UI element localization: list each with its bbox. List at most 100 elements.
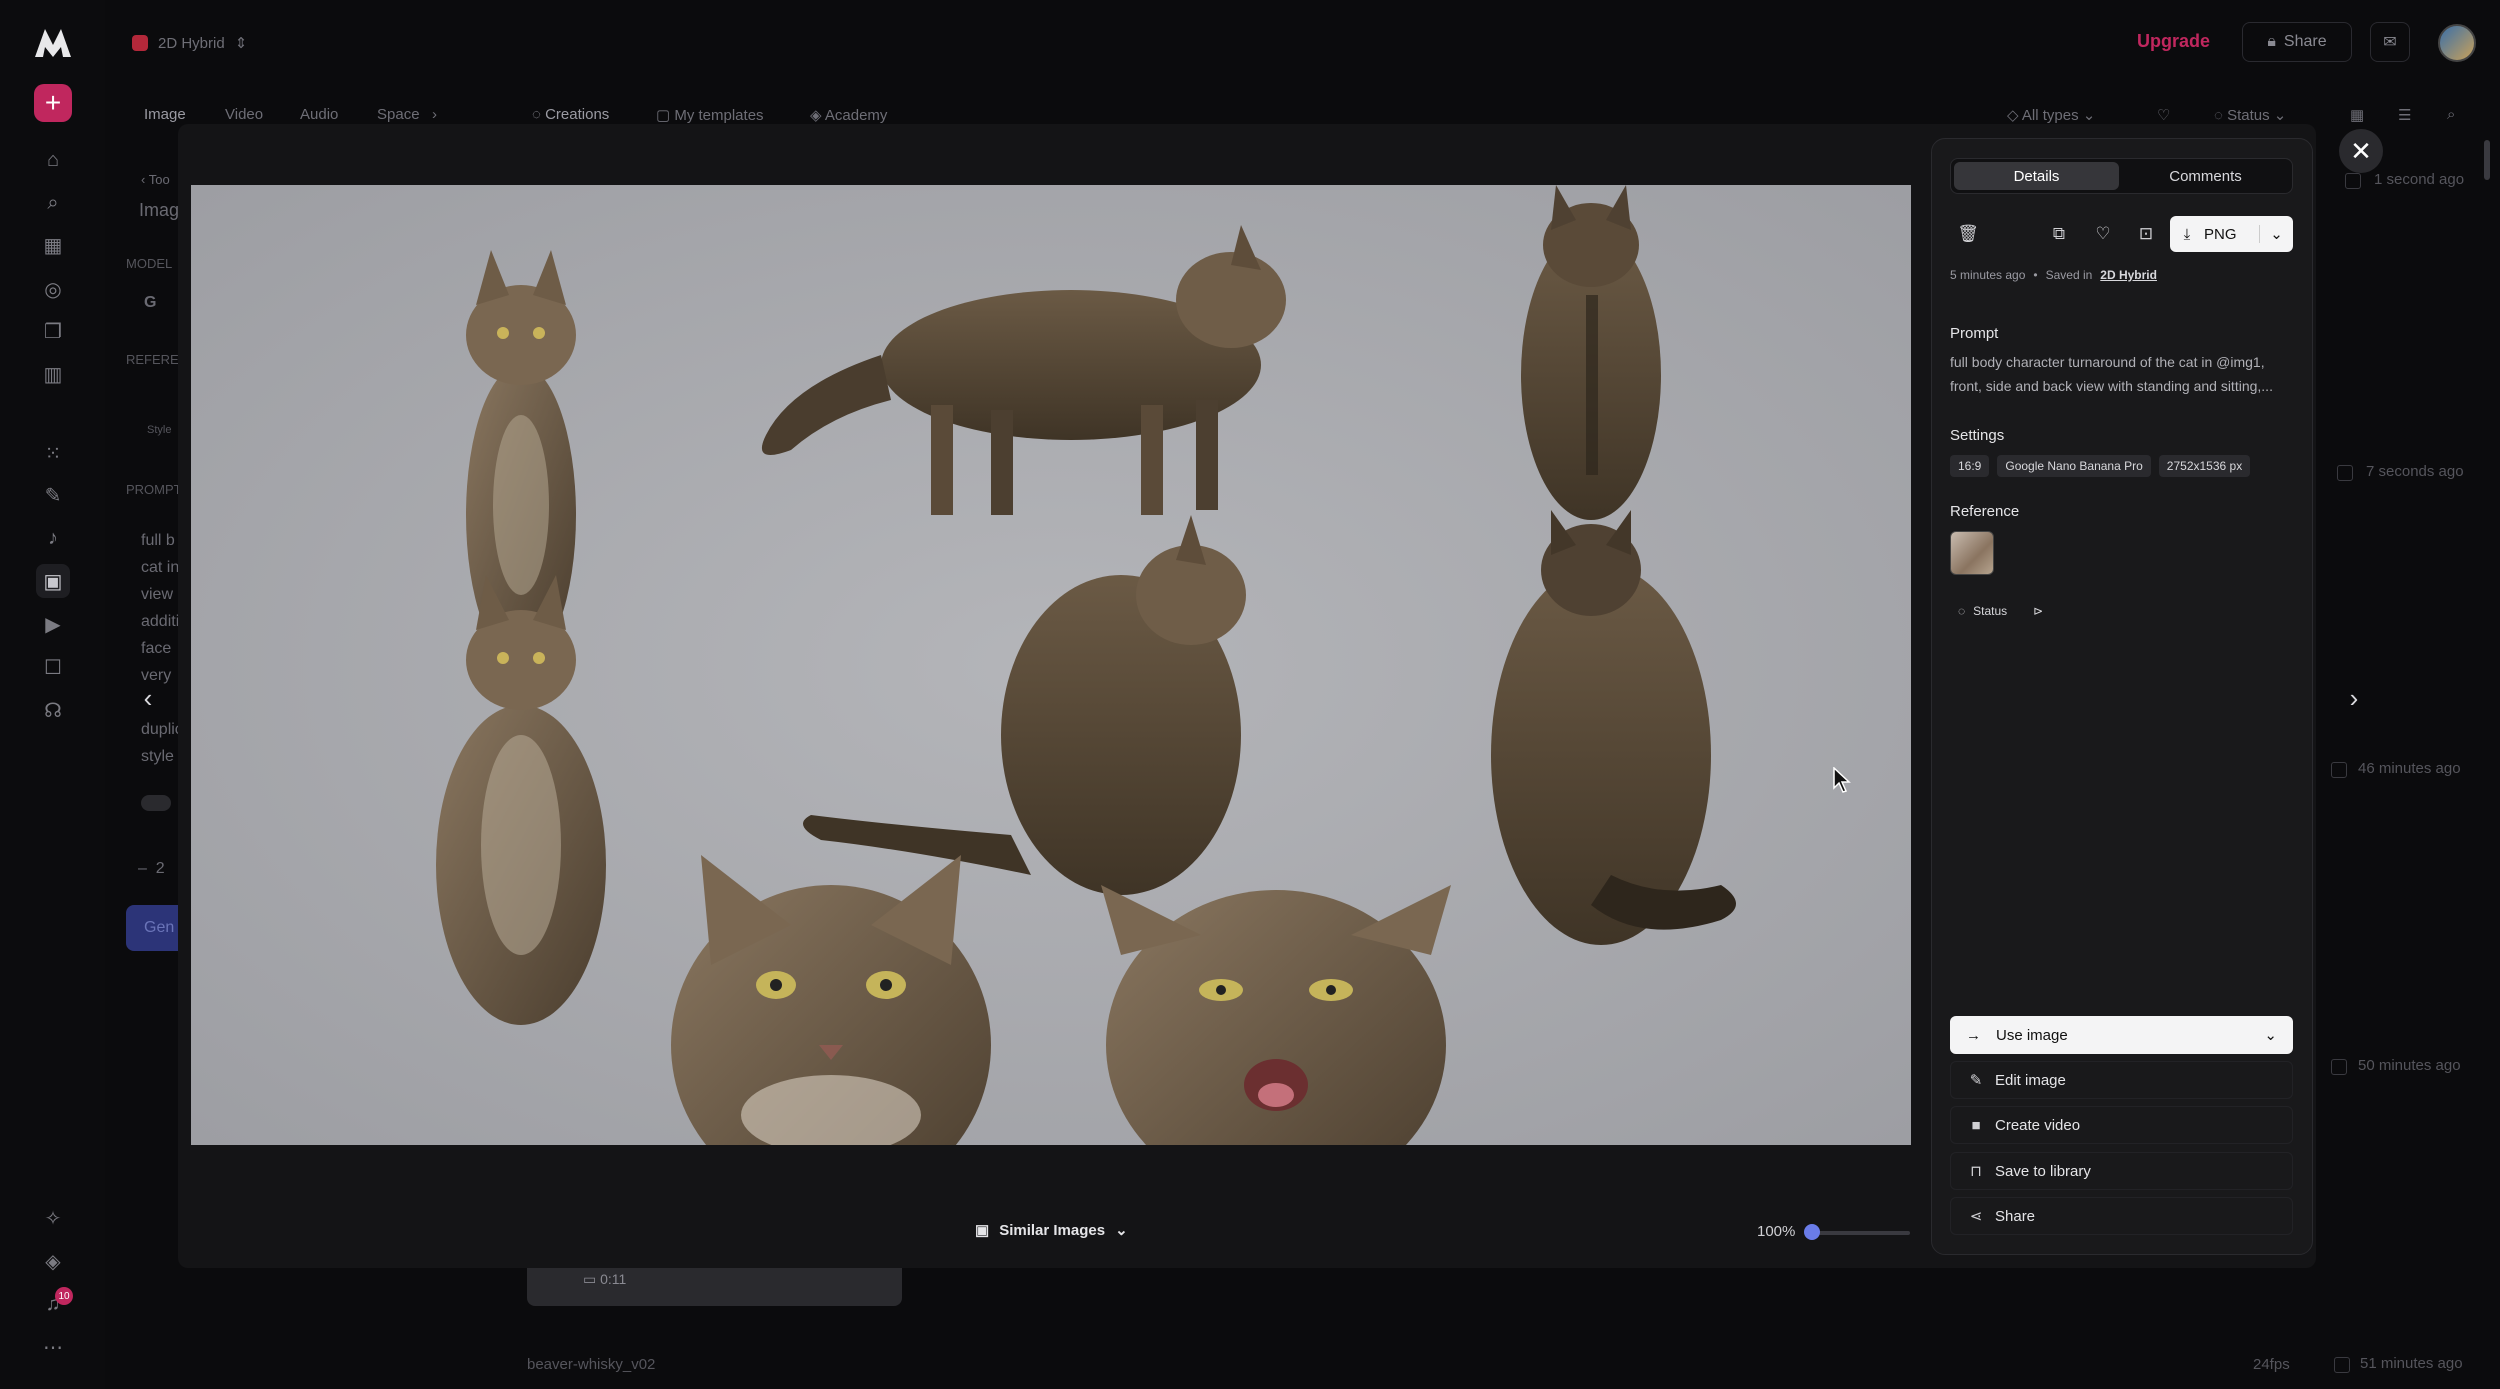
search-icon[interactable]: ⌕ — [2447, 106, 2455, 123]
video-duration-label: 0:11 — [600, 1271, 627, 1287]
bg-prompt-line: full b — [141, 532, 175, 549]
tab-audio[interactable]: Audio — [300, 106, 338, 123]
apps-grid-icon[interactable]: ▦ — [36, 228, 70, 262]
layers-icon[interactable]: ❐ — [36, 314, 70, 348]
section-creations-label: Creations — [545, 106, 610, 123]
timestamp: 7 seconds ago — [2366, 463, 2464, 480]
generate-button[interactable]: Gen — [126, 905, 186, 951]
similar-images-button[interactable]: ▣ Similar Images ⌄ — [975, 1221, 1128, 1240]
image-tool-icon[interactable]: ▣ — [36, 564, 70, 598]
share-top-button[interactable]: 🔒︎ Share — [2242, 22, 2352, 62]
trash-icon[interactable]: 🗑︎ — [1953, 219, 1983, 249]
row-checkbox[interactable] — [2334, 1357, 2350, 1373]
row-checkbox[interactable] — [2331, 1059, 2347, 1075]
move-to-folder-icon[interactable]: ⊡ — [2131, 219, 2161, 249]
status-icon[interactable]: ◌ — [1958, 604, 1965, 618]
prompt-text[interactable]: full body character turnaround of the ca… — [1950, 350, 2295, 398]
prompt-label: PROMPT — [126, 482, 182, 497]
saved-in-project-link[interactable]: 2D Hybrid — [2100, 268, 2157, 282]
close-modal-button[interactable]: ✕ — [2339, 129, 2383, 173]
tag-icon[interactable]: ⊳ — [2033, 604, 2043, 618]
tab-image[interactable]: Image — [144, 106, 186, 123]
tab-space[interactable]: Space — [377, 106, 420, 123]
video-tool-icon[interactable]: ▶ — [36, 607, 70, 641]
section-academy[interactable]: ◈ Academy — [810, 106, 887, 124]
zoom-slider[interactable] — [1810, 1231, 1910, 1235]
copy-prompt-icon[interactable]: ⧉ — [2044, 219, 2074, 249]
more-icon[interactable]: ⋯ — [36, 1330, 70, 1364]
chevron-down-icon[interactable]: ⌄ — [2264, 1026, 2277, 1044]
project-selector[interactable]: 2D Hybrid ⇕ — [132, 30, 247, 56]
video-duration: ▭ 0:11 — [583, 1271, 627, 1287]
chevron-right-icon[interactable]: › — [432, 106, 437, 123]
filter-all-types[interactable]: ◇ All types ⌄ — [2007, 106, 2095, 124]
feedback-icon[interactable]: ✉︎ — [2370, 22, 2410, 62]
compass-icon[interactable]: ◎ — [36, 272, 70, 306]
left-rail: + ⌂ ⌕ ▦ ◎ ❐ ▥ ⁙ ✎ ♪ ▣ ▶ ☐ ☊ ✧ ◈ ♫ 10 ⋯ — [0, 0, 105, 1389]
back-link[interactable]: ‹ Too — [141, 172, 170, 187]
tab-details[interactable]: Details — [1954, 162, 2119, 190]
chat-icon[interactable]: ☐ — [36, 650, 70, 684]
file-name: beaver-whisky_v02 — [527, 1356, 656, 1373]
filter-icon[interactable]: ☰ — [2398, 106, 2411, 124]
timestamp: 51 minutes ago — [2360, 1355, 2463, 1372]
create-video-label: Create video — [1995, 1116, 2081, 1134]
use-image-button[interactable]: → Use image ⌄ — [1950, 1016, 2293, 1054]
chevron-down-icon[interactable]: ⌄ — [2259, 225, 2293, 243]
zoom-slider-handle[interactable] — [1804, 1224, 1820, 1240]
tab-video[interactable]: Video — [225, 106, 263, 123]
meta-info: 5 minutes ago • Saved in 2D Hybrid — [1950, 268, 2157, 282]
filter-status[interactable]: ◌ Status ⌄ — [2214, 106, 2286, 124]
bg-prompt-line: duplic — [141, 721, 183, 738]
count-value: 2 — [155, 860, 165, 877]
academy-icon[interactable]: ◈ — [36, 1244, 70, 1278]
edit-image-button[interactable]: ✎ Edit image — [1950, 1061, 2293, 1099]
count-stepper[interactable]: – 2 — [138, 860, 165, 878]
setting-chip: 2752x1536 px — [2158, 455, 2251, 477]
microphone-icon[interactable]: ♪ — [36, 521, 70, 555]
favorites-filter-icon[interactable]: ♡ — [2157, 106, 2170, 124]
reference-title: Reference — [1950, 503, 2020, 520]
filter-all-types-label: All types — [2021, 107, 2079, 124]
mouse-cursor-icon — [1833, 766, 1851, 798]
style-label[interactable]: Style — [147, 424, 171, 436]
home-icon[interactable]: ⌂ — [36, 143, 70, 177]
preview-image[interactable] — [191, 185, 1911, 1145]
prompt-title: Prompt — [1950, 325, 1999, 342]
grid-view-icon[interactable]: ▦ — [2350, 106, 2364, 124]
library-icon[interactable]: ▥ — [36, 357, 70, 391]
upgrade-link[interactable]: Upgrade — [2137, 31, 2210, 52]
previous-image-button[interactable]: ‹ — [132, 682, 164, 714]
grid-dots-icon[interactable]: ⁙ — [36, 436, 70, 470]
app-logo-icon[interactable] — [28, 22, 78, 64]
section-templates[interactable]: ▢ My templates — [656, 106, 764, 124]
status-label[interactable]: Status — [1973, 604, 2007, 618]
row-checkbox[interactable] — [2337, 465, 2353, 481]
voice-icon[interactable]: ☊ — [36, 693, 70, 727]
share-button[interactable]: ⋖ Share — [1950, 1197, 2293, 1235]
plugin-icon[interactable]: ✧ — [36, 1201, 70, 1235]
section-creations[interactable]: ◌ Creations — [532, 106, 609, 123]
avatar[interactable] — [2438, 24, 2476, 62]
create-video-button[interactable]: ■ Create video — [1950, 1106, 2293, 1144]
saved-in-label: Saved in — [2045, 268, 2093, 282]
bookmark-icon: ⊓ — [1970, 1163, 1982, 1180]
heart-icon[interactable]: ♡ — [2088, 219, 2118, 249]
download-button[interactable]: ⤓ PNG ⌄ — [2170, 216, 2293, 252]
create-new-button[interactable]: + — [34, 84, 72, 122]
next-image-button[interactable]: › — [2338, 682, 2370, 714]
save-to-library-button[interactable]: ⊓ Save to library — [1950, 1152, 2293, 1190]
edit-image-icon: ✎ — [1969, 1072, 1983, 1089]
model-value[interactable]: G — [144, 294, 156, 312]
tab-comments[interactable]: Comments — [2123, 162, 2288, 190]
row-checkbox[interactable] — [2331, 762, 2347, 778]
filter-status-label: Status — [2227, 107, 2270, 124]
row-checkbox[interactable] — [2345, 173, 2361, 189]
scrollbar[interactable] — [2484, 140, 2490, 180]
bg-toggle[interactable] — [141, 795, 171, 811]
reference-thumbnail[interactable] — [1950, 531, 1994, 575]
timestamp: 50 minutes ago — [2358, 1057, 2461, 1074]
brush-icon[interactable]: ✎ — [36, 478, 70, 512]
search-icon[interactable]: ⌕ — [36, 186, 70, 220]
similar-images-label: Similar Images — [999, 1221, 1106, 1239]
